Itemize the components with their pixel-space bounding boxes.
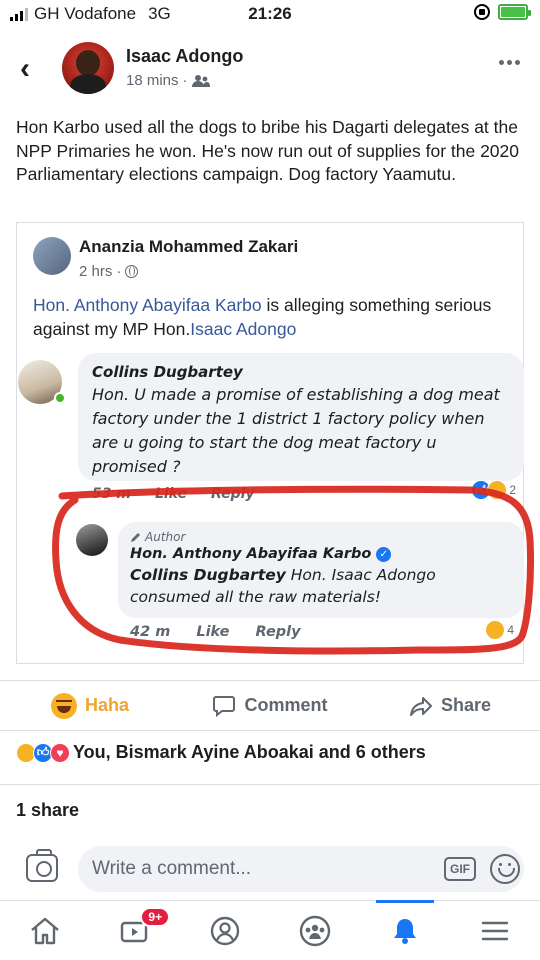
author-tag-label: Author [145,530,186,544]
love-reaction-icon: ♥ [50,742,70,763]
more-options-icon[interactable] [499,60,520,65]
nav-groups[interactable] [270,901,360,960]
menu-icon [481,921,509,940]
reply-time: 42 m [130,624,171,640]
globe-icon [125,265,139,278]
comment-time: 53 m [92,486,131,502]
haha-button[interactable]: Haha [0,692,180,719]
comment-bubble: Collins Dugbartey Hon. U made a promise … [78,353,524,481]
author-tag: Author [130,530,512,544]
groups-icon [299,915,331,946]
rotation-lock-icon [474,4,490,20]
share-count[interactable]: 1 share [16,800,79,821]
avatar[interactable] [33,237,71,275]
reply-author-label: Hon. Anthony Abayifaa Karbo [130,546,372,562]
like-button[interactable]: Like [196,624,229,640]
post-time[interactable]: 18 mins [126,72,179,89]
reaction-icons: 👍︎ ♥ [16,742,70,763]
online-status-dot [54,392,66,404]
nav-profile[interactable] [180,901,270,960]
video-badge: 9+ [140,907,171,927]
reply-button[interactable]: Reply [211,486,255,502]
share-label: Share [440,695,492,715]
comment-button[interactable]: Comment [180,695,360,717]
post-meta: 18 mins · [126,72,210,89]
back-chevron-icon[interactable]: ‹ [20,54,30,84]
mention-link[interactable]: Isaac Adongo [190,319,296,339]
battery-icon [498,4,531,20]
nav-home[interactable] [0,901,90,960]
post-action-bar: Haha Comment Share [0,680,540,730]
commenter-name[interactable]: Collins Dugbartey [92,363,510,381]
bottom-navigation: 9+ [0,900,540,960]
divider [0,730,540,731]
share-icon [409,696,432,716]
home-icon [31,917,59,944]
comment-text: Hon. U made a promise of establishing a … [92,385,500,476]
shared-post-meta: 2 hrs · [79,263,139,280]
mention-link[interactable]: Collins Dugbartey [130,566,286,584]
nav-menu[interactable] [450,901,540,960]
comment-composer: Write a comment... GIF [0,840,540,898]
reactions-summary[interactable]: 👍︎ ♥ You, Bismark Ayine Aboakai and 6 ot… [16,742,426,763]
haha-label: Haha [84,695,129,715]
haha-icon [50,692,77,719]
shared-post-text: Hon. Anthony Abayifaa Karbo is alleging … [33,293,509,341]
reactions-summary-text: You, Bismark Ayine Aboakai and 6 others [73,742,426,762]
shared-post-author[interactable]: Ananzia Mohammed Zakari [79,237,298,257]
haha-reaction-icon [485,620,506,640]
post-author-name[interactable]: Isaac Adongo [126,46,243,67]
reply-author-name[interactable]: Hon. Anthony Abayifaa Karbo ✓ [130,546,512,562]
avatar[interactable] [76,524,108,556]
reply-bubble: Author Hon. Anthony Abayifaa Karbo ✓ Col… [118,522,524,618]
nav-notifications[interactable] [360,900,450,960]
camera-icon[interactable] [26,849,58,882]
shared-post-time[interactable]: 2 hrs [79,263,112,280]
nav-video[interactable]: 9+ [90,901,180,960]
avatar[interactable] [62,42,114,94]
share-button[interactable]: Share [360,695,540,717]
reaction-count: 2 [509,483,516,497]
post-body-text: Hon Karbo used all the dogs to bribe his… [16,117,520,184]
emoji-icon[interactable] [490,854,520,884]
post-header: ‹ Isaac Adongo 18 mins · [0,36,540,106]
comment-icon [213,695,236,717]
clock: 21:26 [248,4,292,23]
reply-reactions[interactable]: 4 [485,620,514,640]
divider [0,784,540,785]
comment-reactions[interactable]: 👍︎ 2 [471,480,516,500]
reaction-count: 4 [507,623,514,637]
reply-button[interactable]: Reply [256,624,301,640]
profile-icon [210,916,240,945]
friends-icon [191,74,210,87]
pencil-icon [131,532,140,542]
reply-actions: 42 m Like Reply [130,624,301,640]
like-button[interactable]: Like [155,486,187,502]
haha-reaction-icon [487,480,508,500]
reply-text: Collins Dugbartey Hon. Isaac Adongo cons… [130,564,512,608]
mention-link[interactable]: Hon. Anthony Abayifaa Karbo [33,295,262,315]
comment-label: Comment [244,695,328,715]
bell-icon [394,918,416,944]
gif-button[interactable]: GIF [444,857,476,881]
status-bar: GH Vodafone 3G 21:26 [0,0,540,30]
comment-actions: 53 m Like Reply [92,486,255,502]
comment-input-placeholder: Write a comment... [92,858,252,879]
verified-icon: ✓ [376,546,392,562]
